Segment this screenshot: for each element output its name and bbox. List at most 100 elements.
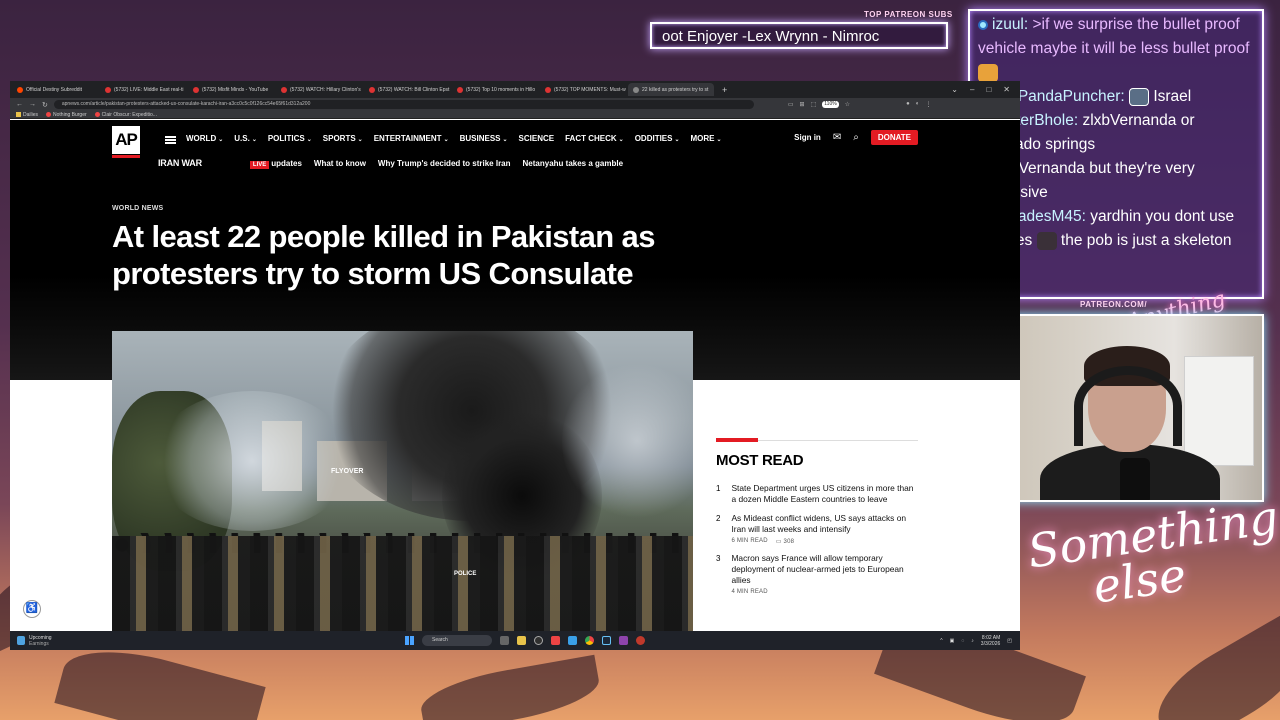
chat-username: izuul: <box>992 16 1029 33</box>
nav-item-sports[interactable]: SPORTS ⌄ <box>323 134 363 143</box>
app-icon[interactable] <box>551 636 560 645</box>
new-tab-icon[interactable]: + <box>716 85 733 95</box>
item-number: 1 <box>716 484 721 493</box>
notifications-icon[interactable]: ◰ <box>1007 638 1012 644</box>
bookmark-item[interactable]: Clair Obscur: Expeditio... <box>94 112 157 118</box>
bookmark-item[interactable]: Nothing Burger <box>46 112 87 118</box>
hamburger-menu-icon[interactable] <box>165 136 176 144</box>
explorer-icon[interactable] <box>517 636 526 645</box>
most-read-item[interactable]: 3 Macron says France will allow temporar… <box>716 553 918 595</box>
install-icon[interactable]: ▭ <box>788 101 794 108</box>
item-headline[interactable]: State Department urges US citizens in mo… <box>731 483 918 505</box>
browser-tab-active[interactable]: 22 killed as protesters try to st <box>628 83 714 96</box>
app-icon[interactable] <box>619 636 628 645</box>
recording-icon[interactable] <box>636 636 645 645</box>
reload-icon[interactable]: ↻ <box>42 101 48 109</box>
folder-icon <box>16 112 21 117</box>
bookmark-item[interactable]: Dailies <box>16 112 38 118</box>
flag-emote-icon <box>1129 87 1150 106</box>
topic-label[interactable]: IRAN WAR <box>158 158 202 168</box>
ap-logo[interactable]: AP <box>112 126 140 154</box>
browser-tab[interactable]: (5732) TOP MOMENTS: Must-w <box>540 83 626 96</box>
close-icon[interactable]: ✕ <box>1003 85 1010 94</box>
main-nav: WORLD ⌄ U.S. ⌄ POLITICS ⌄ SPORTS ⌄ ENTERTAINMENT… <box>186 134 722 143</box>
youtube-favicon-icon <box>105 86 111 93</box>
item-headline[interactable]: Macron says France will allow temporary … <box>731 553 918 586</box>
browser-tab[interactable]: (5732) Misfit Minds - YouTube <box>188 83 274 96</box>
browser-tab[interactable]: (5732) WATCH: Bill Clinton Epst <box>364 83 450 96</box>
browser-tab[interactable]: Official Destiny Subreddit <box>12 83 98 96</box>
back-arrow-icon[interactable]: ← <box>16 101 23 108</box>
tray-icon[interactable]: ▣ <box>950 638 955 644</box>
nav-label: SCIENCE <box>518 134 555 143</box>
windows-taskbar: Upcoming Earnings Search ^ ▣ ◌ ♪ 8:02 AM … <box>10 631 1020 650</box>
nav-item-entertainment[interactable]: ENTERTAINMENT ⌄ <box>374 134 449 143</box>
chevron-down-icon: ⌄ <box>443 137 449 143</box>
forward-arrow-icon[interactable]: → <box>29 101 36 108</box>
widgets-button[interactable]: Upcoming Earnings <box>10 635 52 647</box>
accessibility-icon[interactable]: ♿ <box>23 600 41 618</box>
taskview-icon[interactable] <box>500 636 509 645</box>
profile-icon[interactable]: ◐ <box>916 101 920 108</box>
maximize-icon[interactable]: □ <box>986 85 991 94</box>
comment-count-wrap[interactable]: ▭ 308 <box>776 538 794 545</box>
subnav-item[interactable]: Why Trump's decided to strike Iran <box>378 159 511 168</box>
app-icon[interactable] <box>568 636 577 645</box>
search-icon[interactable]: ⌕ <box>853 132 859 143</box>
chevron-down-icon: ⌄ <box>502 137 508 143</box>
chevron-down-icon: ⌄ <box>218 137 224 143</box>
tray-chevron-icon[interactable]: ^ <box>940 638 942 644</box>
clock[interactable]: 8:02 AM 3/3/2026 <box>981 635 1000 647</box>
network-icon[interactable]: ◌ <box>961 638 964 644</box>
most-read-title: MOST READ <box>716 452 804 469</box>
nav-item-science[interactable]: SCIENCE <box>519 134 555 143</box>
nav-item-oddities[interactable]: ODDITIES ⌄ <box>635 134 680 143</box>
bookmark-star-icon[interactable]: ☆ <box>845 101 850 108</box>
donate-button[interactable]: DONATE <box>870 130 918 145</box>
tab-label: (5732) LIVE: Middle East real-ti <box>114 86 184 93</box>
nav-item-politics[interactable]: POLITICS ⌄ <box>268 134 312 143</box>
nav-item-more[interactable]: MORE ⌄ <box>691 134 722 143</box>
browser-tab[interactable]: (5732) Top 10 moments in Hillo <box>452 83 538 96</box>
nav-item-business[interactable]: BUSINESS ⌄ <box>460 134 508 143</box>
volume-icon[interactable]: ♪ <box>971 638 974 644</box>
nav-item-fact-check[interactable]: FACT CHECK ⌄ <box>565 134 624 143</box>
obs-icon[interactable] <box>534 636 543 645</box>
browser-tab[interactable]: (5732) WATCH: Hillary Clinton's <box>276 83 362 96</box>
chat-icon[interactable]: ✉ <box>833 132 841 143</box>
translate-icon[interactable]: ⊞ <box>800 101 805 108</box>
chat-text-continued: the pob is just a skeleton <box>1056 232 1232 249</box>
windows-start-icon[interactable] <box>405 636 414 645</box>
ap-logo-underline <box>112 155 140 158</box>
most-read-item[interactable]: 1 State Department urges US citizens in … <box>716 483 918 505</box>
patreon-subs-ticker: oot Enjoyer -Lex Wrynn - Nimroc <box>650 22 948 49</box>
chrome-icon[interactable] <box>585 636 594 645</box>
zoom-level[interactable]: 110% <box>822 101 839 108</box>
taskbar-search[interactable]: Search <box>422 635 492 646</box>
section-label[interactable]: WORLD NEWS <box>112 205 163 212</box>
youtube-favicon-icon <box>545 86 551 93</box>
nav-item-world[interactable]: WORLD ⌄ <box>186 134 223 143</box>
minimize-icon[interactable]: – <box>970 85 974 94</box>
menu-dots-icon[interactable]: ⋮ <box>925 101 931 108</box>
tab-search-icon[interactable]: ⌄ <box>951 85 958 94</box>
item-headline[interactable]: As Mideast conflict widens, US says atta… <box>731 513 918 535</box>
steam-icon[interactable] <box>602 636 611 645</box>
extensions-icon[interactable]: ● <box>906 101 910 108</box>
url-field[interactable]: apnews.com/article/pakistan-protesters-a… <box>53 100 754 109</box>
sign-in-link[interactable]: Sign in <box>794 133 821 142</box>
subnav-live-updates[interactable]: LIVE updates <box>249 158 302 169</box>
chat-message: izuul: >if we surprise the bullet proof … <box>978 13 1254 85</box>
subnav-item[interactable]: Netanyahu takes a gamble <box>523 159 623 168</box>
extension-icon[interactable]: ⬚ <box>811 101 817 108</box>
most-read-item[interactable]: 2 As Mideast conflict widens, US says at… <box>716 513 918 545</box>
browser-tab[interactable]: (5732) LIVE: Middle East real-ti <box>100 83 186 96</box>
top-patreon-subs-label: TOP PATREON SUBS <box>864 10 953 19</box>
most-read-section: MOST READ 1 State Department urges US ci… <box>716 438 918 603</box>
comment-count: 308 <box>783 539 795 545</box>
tab-label: (5732) Top 10 moments in Hillo <box>466 86 536 93</box>
subnav-item[interactable]: What to know <box>314 159 366 168</box>
subnav-label: updates <box>271 158 302 168</box>
nav-item-u-s-[interactable]: U.S. ⌄ <box>234 134 257 143</box>
widget-line1: Upcoming <box>29 634 52 641</box>
